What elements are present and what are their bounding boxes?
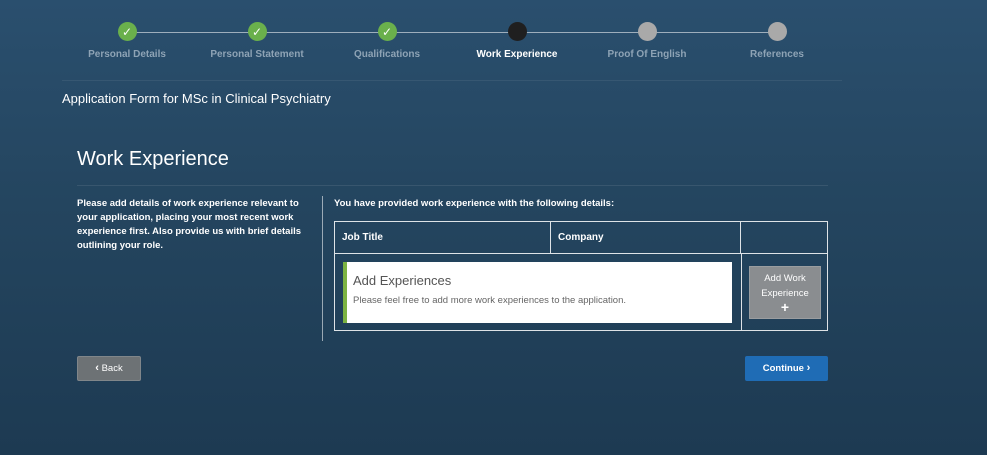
continue-button[interactable]: Continue ›	[745, 356, 828, 381]
instructions-text: Please add details of work experience re…	[77, 198, 302, 251]
check-icon: ✓	[377, 22, 397, 41]
add-experiences-card: Add Experiences Please feel free to add …	[343, 262, 732, 323]
check-icon: ✓	[247, 22, 267, 41]
pending-step-dot	[767, 22, 787, 41]
step-personal-statement[interactable]: ✓ Personal Statement	[192, 12, 322, 60]
table-header-row: Job Title Company	[335, 222, 827, 254]
step-work-experience[interactable]: Work Experience	[452, 12, 582, 60]
column-divider	[322, 196, 323, 341]
form-title: Application Form for MSc in Clinical Psy…	[62, 91, 331, 106]
step-label: References	[750, 49, 804, 60]
step-personal-details[interactable]: ✓ Personal Details	[62, 12, 192, 60]
card-text: Please feel free to add more work experi…	[353, 295, 627, 306]
header-actions	[741, 222, 827, 253]
step-label: Proof Of English	[607, 49, 687, 60]
back-button[interactable]: ‹ Back	[77, 356, 141, 381]
continue-button-label: Continue	[762, 363, 804, 374]
card-title: Add Experiences	[353, 273, 452, 288]
check-icon: ✓	[117, 22, 137, 41]
header-company: Company	[551, 222, 741, 253]
page-title: Work Experience	[77, 148, 229, 170]
plus-icon: +	[780, 299, 790, 315]
progress-stepper: ✓ Personal Details ✓ Personal Statement …	[62, 12, 842, 81]
chevron-right-icon: ›	[806, 362, 811, 374]
back-button-label: Back	[101, 363, 123, 374]
header-job-title: Job Title	[335, 222, 551, 253]
add-button-label-line1: Add Work	[764, 273, 806, 284]
pending-step-dot	[637, 22, 657, 41]
step-qualifications[interactable]: ✓ Qualifications	[322, 12, 452, 60]
step-references: References	[712, 12, 842, 60]
step-label: Personal Details	[88, 49, 166, 60]
step-label: Work Experience	[476, 49, 558, 60]
work-experience-table: Job Title Company Add Experiences Please…	[334, 221, 828, 331]
chevron-left-icon: ‹	[95, 362, 99, 374]
current-step-dot	[507, 22, 527, 41]
step-label: Personal Statement	[210, 49, 304, 60]
step-proof-of-english: Proof Of English	[582, 12, 712, 60]
title-divider	[77, 185, 828, 186]
cell-divider	[741, 254, 742, 330]
provided-text: You have provided work experience with t…	[334, 198, 615, 209]
step-label: Qualifications	[353, 49, 421, 60]
add-work-experience-button[interactable]: Add Work Experience +	[749, 266, 821, 319]
